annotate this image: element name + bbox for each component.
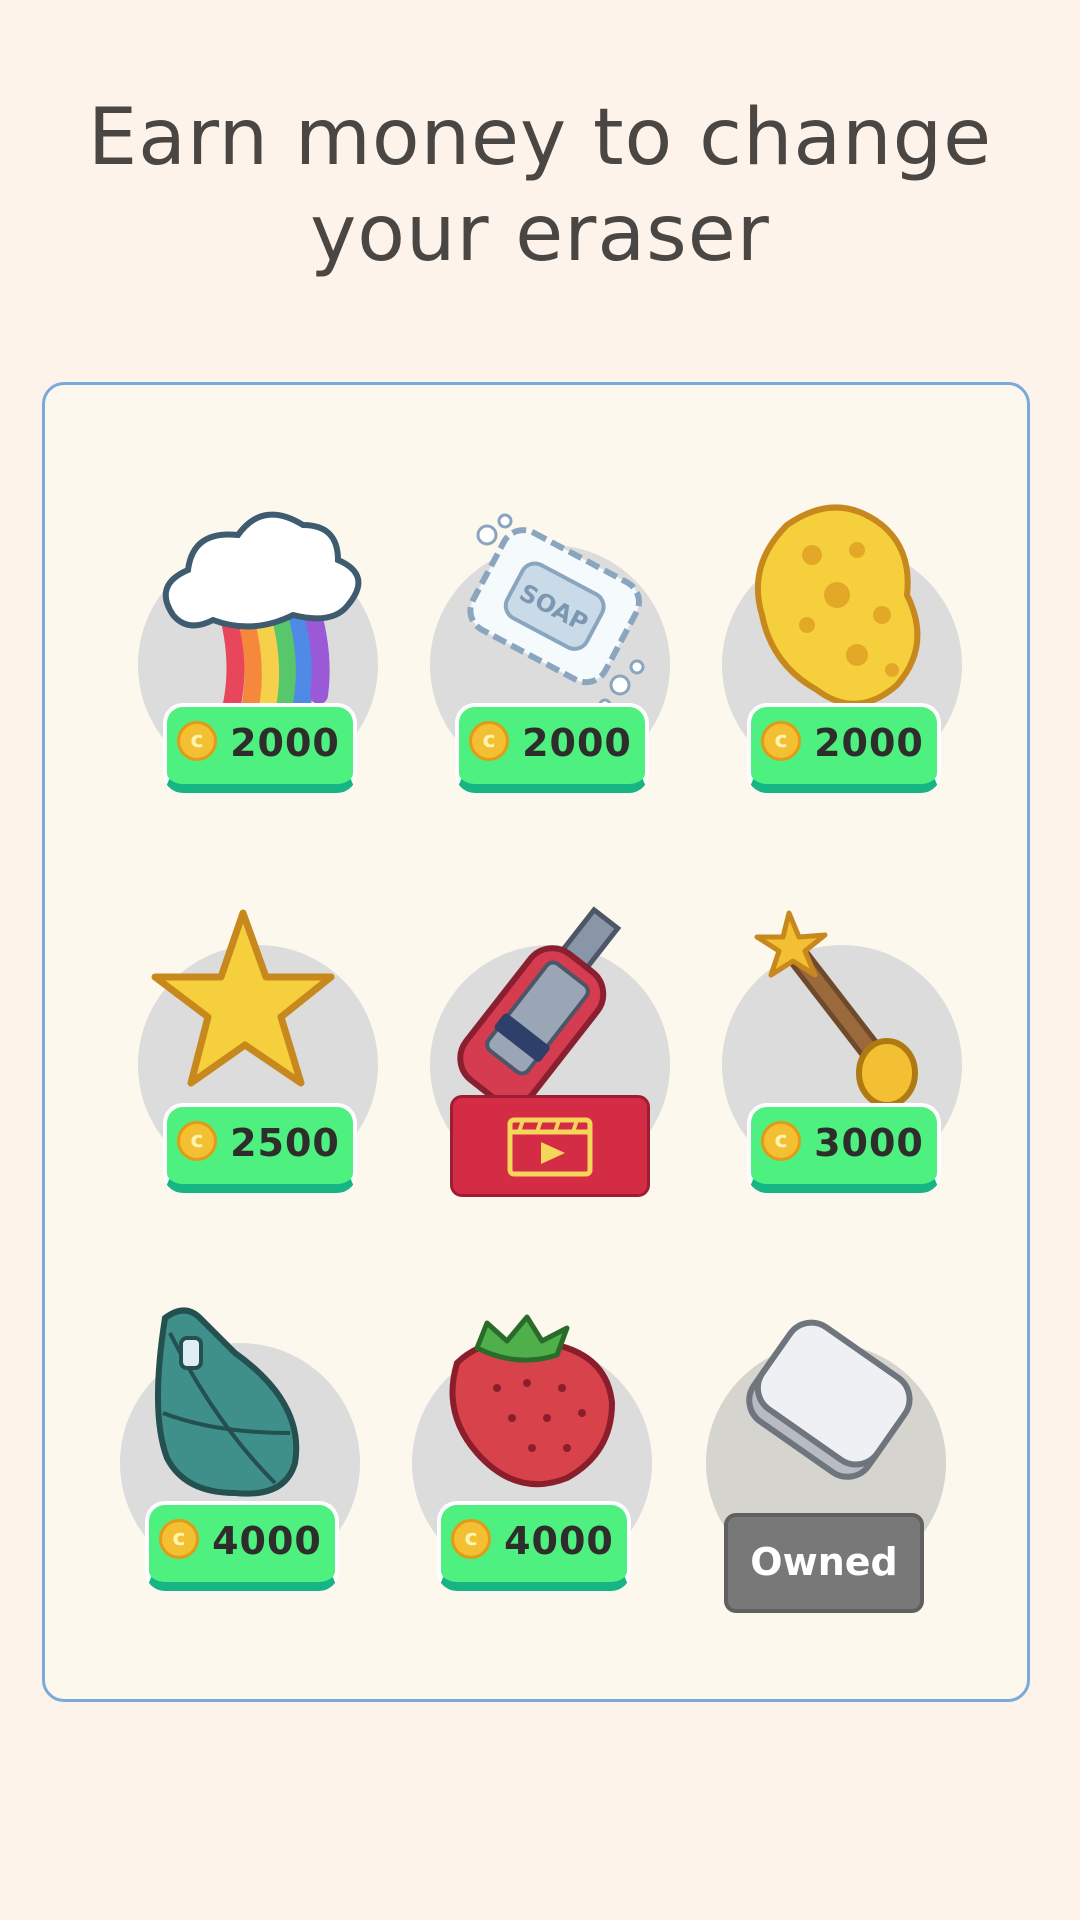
page-title: Earn money to change your eraser (0, 90, 1080, 282)
bag-icon (155, 1307, 300, 1497)
owned-badge: Owned (724, 1513, 924, 1613)
price-button[interactable]: c 2000 (455, 703, 649, 793)
coin-icon: c (177, 1121, 217, 1161)
shop-item-sponge[interactable]: c 2000 (717, 495, 967, 815)
watch-ad-button[interactable] (450, 1095, 650, 1197)
shop-item-strawberry[interactable]: c 4000 (407, 1293, 657, 1613)
shop-item-star[interactable]: c 2500 (133, 895, 383, 1215)
price-button[interactable]: c 4000 (145, 1501, 339, 1591)
sponge-icon (754, 504, 921, 707)
coin-icon: c (761, 1121, 801, 1161)
shop-item-soap[interactable]: SOAP c 2000 (425, 495, 675, 815)
price-label: 4000 (212, 1519, 322, 1563)
coin-icon: c (761, 721, 801, 761)
shop-item-bag[interactable]: c 4000 (115, 1293, 365, 1613)
coin-icon: c (159, 1519, 199, 1559)
shop-item-rainbow-cloud[interactable]: c 2000 (133, 495, 383, 815)
shop-item-magic-wand[interactable]: c 3000 (717, 895, 967, 1215)
video-play-icon (507, 1117, 593, 1177)
eraser-shop-panel: c 2000 SOAP c 2000 c 2000 c 2500 c 3000 … (42, 382, 1030, 1702)
title-line-1: Earn money to change (87, 93, 993, 183)
shop-item-utility-knife[interactable] (425, 895, 675, 1215)
coin-icon: c (177, 721, 217, 761)
price-button[interactable]: c 3000 (747, 1103, 941, 1193)
price-button[interactable]: c 4000 (437, 1501, 631, 1591)
shop-item-eraser[interactable]: Owned (701, 1293, 951, 1613)
price-button[interactable]: c 2000 (747, 703, 941, 793)
coin-icon: c (451, 1519, 491, 1559)
price-button[interactable]: c 2500 (163, 1103, 357, 1193)
star-icon (151, 909, 335, 1087)
price-label: 4000 (504, 1519, 614, 1563)
price-label: 3000 (814, 1121, 924, 1165)
price-label: 2000 (230, 721, 340, 765)
price-button[interactable]: c 2000 (163, 703, 357, 793)
soap-icon: SOAP (467, 513, 645, 712)
price-label: 2000 (522, 721, 632, 765)
coin-icon: c (469, 721, 509, 761)
price-label: 2000 (814, 721, 924, 765)
title-line-2: your eraser (310, 189, 770, 279)
price-label: 2500 (230, 1121, 340, 1165)
eraser-icon (746, 1319, 913, 1480)
rainbow-cloud-icon (162, 511, 362, 731)
magic-wand-icon (754, 910, 918, 1108)
strawberry-icon (449, 1314, 616, 1488)
